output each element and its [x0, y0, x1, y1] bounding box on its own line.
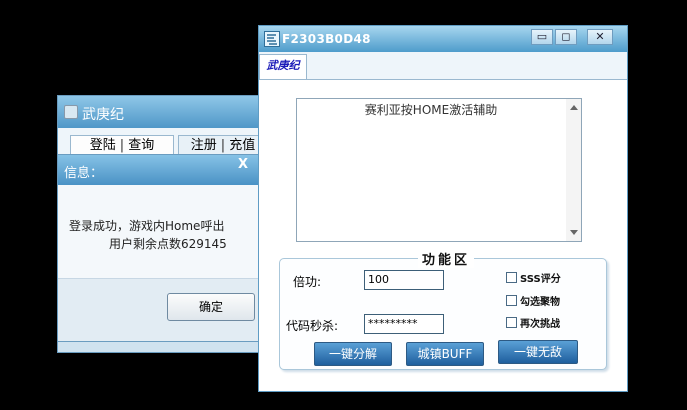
function-area-group: 功能区 倍功: 100 代码秒杀: ********* SSS评分 勾选聚物 再…	[279, 249, 607, 370]
main-window-title: F2303B0D48	[282, 32, 371, 46]
dialog-message-line1: 登录成功，游戏内Home呼出	[69, 219, 225, 233]
dialog-title: 信息：	[64, 166, 104, 181]
close-button[interactable]: ✕	[587, 29, 613, 45]
ok-button[interactable]: 确定	[167, 293, 255, 321]
code-kill-input[interactable]: *********	[364, 314, 444, 334]
back-window-title: 武庚纪	[82, 107, 124, 123]
scroll-up-icon[interactable]	[570, 105, 578, 110]
back-window-titlebar[interactable]: 武庚纪	[58, 96, 266, 128]
app-icon	[64, 105, 78, 119]
minimize-icon: ▭	[536, 30, 548, 43]
checkbox-box[interactable]	[506, 317, 517, 328]
tab-recharge-label[interactable]: 充值	[229, 138, 255, 153]
tab-wugengji[interactable]: 武庚纪	[259, 54, 307, 79]
tab-bar: 武庚纪	[259, 52, 627, 80]
maximize-button[interactable]: ◻	[555, 29, 577, 45]
main-window-titlebar[interactable]: F2303B0D48 ▭ ◻ ✕	[259, 26, 627, 52]
tab-register-label[interactable]: 注册	[191, 138, 217, 153]
multiplier-input[interactable]: 100	[364, 270, 444, 290]
town-buff-button[interactable]: 城镇BUFF	[406, 342, 484, 366]
dialog-titlebar[interactable]: 信息： X	[58, 155, 258, 185]
info-dialog: 信息： X 登录成功，游戏内Home呼出 用户剩余点数629145 确定	[57, 154, 259, 342]
tab-register-recharge[interactable]: 注册 | 充值	[178, 135, 268, 155]
info-text: 赛利亚按HOME激活辅助	[364, 103, 498, 117]
checkbox-sss-label: SSS评分	[520, 274, 561, 285]
checkbox-sss-rating[interactable]: SSS评分	[506, 270, 561, 285]
checkbox-rechallenge[interactable]: 再次挑战	[506, 315, 560, 330]
code-kill-label: 代码秒杀:	[286, 319, 339, 333]
main-window: F2303B0D48 ▭ ◻ ✕ 武庚纪 赛利亚按HOME激活辅助 功能区 倍功…	[258, 25, 628, 392]
checkbox-rechallenge-label: 再次挑战	[520, 319, 560, 330]
checkbox-box[interactable]	[506, 272, 517, 283]
minimize-button[interactable]: ▭	[531, 29, 553, 45]
checkbox-gather-items[interactable]: 勾选聚物	[506, 293, 560, 308]
checkbox-box[interactable]	[506, 295, 517, 306]
app-logo-icon	[264, 31, 280, 47]
tab-query-label[interactable]: 查询	[128, 138, 154, 153]
tab-login-label[interactable]: 登陆	[90, 138, 116, 153]
textbox-scrollbar[interactable]	[566, 99, 581, 241]
scroll-down-icon[interactable]	[570, 230, 578, 235]
one-click-disassemble-button[interactable]: 一键分解	[314, 342, 392, 366]
checkbox-gather-label: 勾选聚物	[520, 297, 560, 308]
dialog-message-line2: 用户剩余点数629145	[109, 237, 227, 251]
close-icon: ✕	[595, 30, 605, 43]
function-area-title: 功能区	[418, 249, 475, 268]
one-click-invincible-button[interactable]: 一键无敌	[498, 340, 578, 364]
multiplier-label: 倍功:	[293, 275, 322, 289]
dialog-close-icon[interactable]: X	[238, 157, 248, 172]
back-window-tabs: 登陆 | 查询 注册 | 充值	[70, 135, 268, 155]
back-window-bottom-edge	[57, 342, 259, 353]
tab-login-query[interactable]: 登陆 | 查询	[70, 135, 174, 155]
info-textbox[interactable]: 赛利亚按HOME激活辅助	[296, 98, 582, 242]
maximize-icon: ◻	[561, 30, 571, 43]
